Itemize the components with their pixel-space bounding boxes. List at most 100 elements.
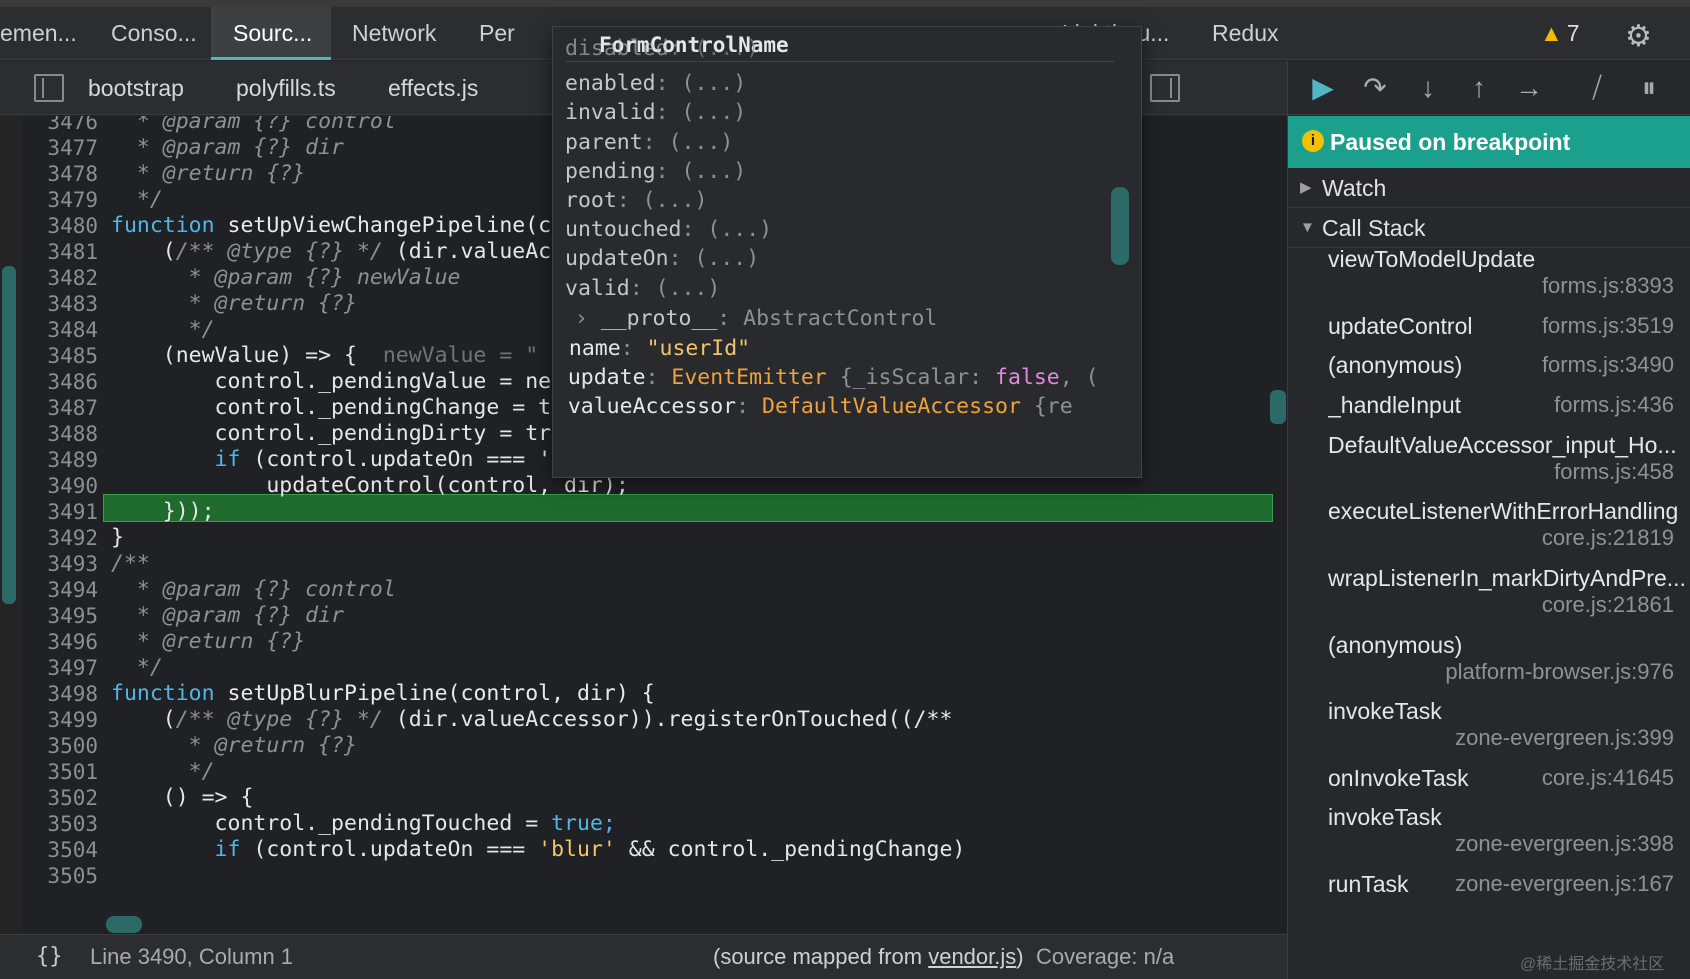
frame-location[interactable]: core.js:21861 — [1542, 592, 1674, 618]
frame-function[interactable]: invokeTask — [1328, 698, 1442, 725]
line-number[interactable]: 3483 — [22, 290, 98, 318]
watch-section-header[interactable]: ▶ Watch — [1288, 168, 1690, 208]
proto-row[interactable]: › __proto__: AbstractControl — [553, 303, 937, 334]
line-number[interactable]: 3487 — [22, 394, 98, 422]
frame-function[interactable]: (anonymous) — [1328, 352, 1462, 379]
line-number[interactable]: 3501 — [22, 758, 98, 786]
line-number[interactable]: 3479 — [22, 186, 98, 214]
popover-property-row[interactable]: enabled: (...) — [565, 68, 746, 99]
frame-function[interactable]: invokeTask — [1328, 804, 1442, 831]
step-over-icon[interactable]: ↷ — [1360, 73, 1390, 103]
popover-property-row[interactable]: updateOn: (...) — [565, 243, 759, 274]
step-into-icon[interactable]: ↓ — [1413, 73, 1443, 103]
frame-function[interactable]: runTask — [1328, 871, 1409, 898]
source-map-link[interactable]: vendor.js — [928, 944, 1016, 969]
line-number[interactable]: 3482 — [22, 264, 98, 292]
line-number[interactable]: 3491 — [22, 498, 98, 526]
frame-location[interactable]: forms.js:3490 — [1542, 352, 1674, 378]
frame-location[interactable]: zone-evergreen.js:167 — [1455, 871, 1674, 897]
popover-property-row[interactable]: pending: (...) — [565, 156, 746, 187]
property-value[interactable]: (...) — [682, 71, 747, 96]
frame-function[interactable]: wrapListenerIn_markDirtyAndPre... — [1328, 565, 1686, 592]
file-tab-effects[interactable]: effects.js — [388, 61, 478, 115]
frame-function[interactable]: (anonymous) — [1328, 632, 1462, 659]
property-value[interactable]: (...) — [656, 276, 721, 301]
pause-on-exceptions-icon[interactable]: ⏸ — [1634, 73, 1664, 103]
line-number[interactable]: 3495 — [22, 602, 98, 630]
frame-location[interactable]: zone-evergreen.js:399 — [1455, 725, 1674, 751]
property-value[interactable]: (...) — [643, 188, 708, 213]
line-number[interactable]: 3480 — [22, 212, 98, 240]
line-number[interactable]: 3503 — [22, 810, 98, 838]
tab-elements[interactable]: emen... — [0, 7, 95, 60]
line-number[interactable]: 3496 — [22, 628, 98, 656]
frame-location[interactable]: platform-browser.js:976 — [1445, 659, 1674, 685]
line-number[interactable]: 3485 — [22, 342, 98, 370]
property-value[interactable]: (...) — [694, 36, 759, 61]
popover-property-row[interactable]: valid: (...) — [565, 273, 720, 304]
line-number[interactable]: 3489 — [22, 446, 98, 474]
popover-property-row[interactable]: untouched: (...) — [565, 214, 772, 245]
line-number[interactable]: 3493 — [22, 550, 98, 578]
tab-sources[interactable]: Sourc... — [211, 7, 331, 60]
warnings-counter[interactable]: ▲ 7 — [1540, 7, 1580, 60]
property-value[interactable]: (...) — [669, 130, 734, 155]
line-number[interactable]: 3486 — [22, 368, 98, 396]
frame-function[interactable]: onInvokeTask — [1328, 765, 1469, 792]
scroll-marker[interactable] — [2, 266, 16, 604]
update-row[interactable]: › update: EventEmitter {_isScalar: false… — [553, 362, 1099, 393]
line-number[interactable]: 3477 — [22, 134, 98, 162]
popover-property-row[interactable]: parent: (...) — [565, 127, 733, 158]
line-number[interactable]: 3500 — [22, 732, 98, 760]
line-number[interactable]: 3494 — [22, 576, 98, 604]
tab-console[interactable]: Conso... — [111, 7, 197, 60]
property-value[interactable]: (...) — [682, 100, 747, 125]
line-number[interactable]: 3492 — [22, 524, 98, 552]
step-out-icon[interactable]: ↑ — [1464, 73, 1494, 103]
property-value[interactable]: (...) — [707, 217, 772, 242]
gear-icon[interactable]: ⚙ — [1625, 22, 1655, 52]
popover-property-row[interactable]: disabled: (...) — [565, 33, 759, 64]
line-number[interactable]: 3481 — [22, 238, 98, 266]
callstack-section-header[interactable]: ▼ Call Stack — [1288, 208, 1690, 248]
line-number[interactable]: 3499 — [22, 706, 98, 734]
frame-location[interactable]: forms.js:3519 — [1542, 313, 1674, 339]
line-number[interactable]: 3505 — [22, 862, 98, 890]
frame-function[interactable]: _handleInput — [1328, 392, 1461, 419]
line-number[interactable]: 3502 — [22, 784, 98, 812]
frame-function[interactable]: viewToModelUpdate — [1328, 246, 1535, 273]
line-number[interactable]: 3490 — [22, 472, 98, 500]
popover-property-row[interactable]: invalid: (...) — [565, 97, 746, 128]
resume-icon[interactable]: ▶ — [1308, 73, 1338, 103]
tab-redux[interactable]: Redux — [1212, 7, 1278, 60]
popover-property-row[interactable]: root: (...) — [565, 185, 707, 216]
popover-scrollbar-thumb[interactable] — [1111, 187, 1129, 265]
step-icon[interactable]: → — [1514, 73, 1544, 103]
frame-location[interactable]: zone-evergreen.js:398 — [1455, 831, 1674, 857]
deactivate-breakpoints-icon[interactable]: ⧸ — [1582, 73, 1612, 103]
editor-scrollbar-thumb[interactable] — [1270, 390, 1286, 424]
toggle-navigator-icon[interactable] — [34, 74, 64, 102]
frame-function[interactable]: executeListenerWithErrorHandling — [1328, 498, 1678, 525]
file-tab-polyfills[interactable]: polyfills.ts — [236, 61, 336, 115]
property-value[interactable]: (...) — [694, 246, 759, 271]
frame-location[interactable]: core.js:21819 — [1542, 525, 1674, 551]
frame-location[interactable]: forms.js:8393 — [1542, 273, 1674, 299]
object-preview-popover[interactable]: FormControlName disabled: (...) enabled: … — [552, 26, 1142, 478]
line-number[interactable]: 3498 — [22, 680, 98, 708]
line-number[interactable]: 3488 — [22, 420, 98, 448]
tab-performance[interactable]: Per — [479, 7, 515, 60]
frame-location[interactable]: forms.js:436 — [1554, 392, 1674, 418]
line-number[interactable]: 3497 — [22, 654, 98, 682]
frame-function[interactable]: updateControl — [1328, 313, 1473, 340]
line-number[interactable]: 3478 — [22, 160, 98, 188]
frame-function[interactable]: DefaultValueAccessor_input_Ho... — [1328, 432, 1677, 459]
pretty-print-button[interactable]: {} — [36, 944, 63, 969]
line-number[interactable]: 3476 — [22, 116, 98, 136]
frame-location[interactable]: forms.js:458 — [1554, 459, 1674, 485]
property-value[interactable]: (...) — [682, 159, 747, 184]
value-accessor-row[interactable]: › valueAccessor: DefaultValueAccessor {r… — [553, 391, 1073, 422]
frame-location[interactable]: core.js:41645 — [1542, 765, 1674, 791]
file-tab-bootstrap[interactable]: bootstrap — [88, 61, 184, 115]
tab-network[interactable]: Network — [352, 7, 436, 60]
